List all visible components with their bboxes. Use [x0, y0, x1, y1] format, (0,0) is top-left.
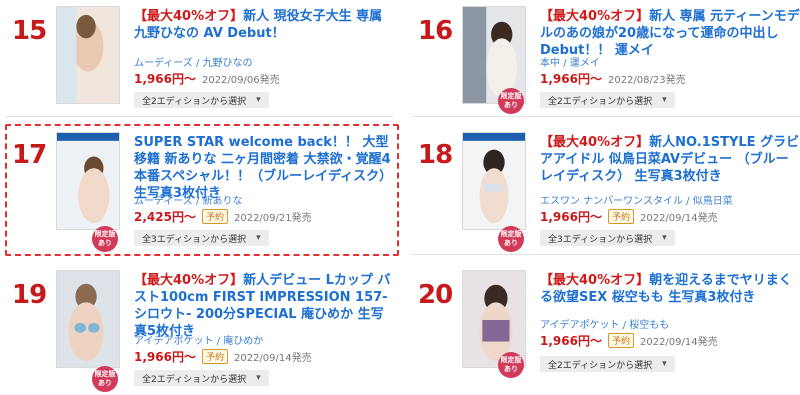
- discount-tag: 【最大40%オフ】: [540, 273, 650, 288]
- rank-number: 17: [12, 140, 47, 170]
- edition-select[interactable]: 全3エディションから選択 ▾: [134, 230, 269, 246]
- release-date: 2022/09/14発売: [639, 337, 718, 348]
- limited-edition-badge: 限定版あり: [92, 366, 118, 392]
- product-title[interactable]: 【最大40%オフ】新人 現役女子大生 専属 九野ひなの AV Debut！: [134, 8, 394, 42]
- preorder-badge: 予約: [607, 333, 634, 348]
- edition-label: 全2エディションから選択: [142, 96, 247, 107]
- ranking-item[interactable]: 15 【最大40%オフ】新人 現役女子大生 専属 九野ひなの AV Debut！…: [12, 6, 394, 114]
- separator: /: [196, 196, 200, 207]
- separator: /: [563, 58, 567, 69]
- ranking-item[interactable]: 19 【最大40%オフ】新人デビュー Lカップ バスト100cm FIRST I…: [12, 270, 394, 392]
- chevron-down-icon: ▾: [662, 95, 667, 105]
- ranking-item[interactable]: 18 【最大40%オフ】新人NO.1STYLE グラビアアイドル 似鳥日菜AVデ…: [418, 132, 800, 252]
- edition-select[interactable]: 全2エディションから選択 ▾: [134, 370, 269, 386]
- rank-number: 20: [418, 280, 453, 310]
- ranking-item[interactable]: 17 SUPER STAR welcome back！！ 大型移籍 新ありな 二…: [12, 132, 394, 252]
- preorder-badge: 予約: [201, 349, 228, 364]
- edition-select[interactable]: 全3エディションから選択 ▾: [540, 230, 675, 246]
- discount-tag: 【最大40%オフ】: [540, 135, 650, 150]
- price-row: 1,966円〜 2022/09/06発売: [134, 70, 280, 87]
- ranking-item[interactable]: 16 【最大40%オフ】新人 専属 元ティーンモデルのあの娘が20歳になって運命…: [418, 6, 800, 114]
- price-row: 1,966円〜 2022/08/23発売: [540, 70, 686, 87]
- preorder-badge: 予約: [201, 209, 228, 224]
- rank-number: 16: [418, 16, 453, 46]
- price: 1,966円〜: [134, 350, 196, 364]
- product-title[interactable]: 【最大40%オフ】新人NO.1STYLE グラビアアイドル 似鳥日菜AVデビュー…: [540, 134, 800, 185]
- price: 1,966円〜: [540, 334, 602, 348]
- price: 1,966円〜: [540, 72, 602, 86]
- chevron-down-icon: ▾: [662, 233, 667, 243]
- edition-label: 全2エディションから選択: [548, 96, 653, 107]
- maker-line: 本中 / 運メイ: [540, 54, 600, 69]
- edition-select[interactable]: 全2エディションから選択 ▾: [540, 92, 675, 108]
- separator: /: [196, 58, 200, 69]
- limited-edition-badge: 限定版あり: [498, 352, 524, 378]
- chevron-down-icon: ▾: [256, 233, 261, 243]
- actress-link[interactable]: 運メイ: [570, 58, 600, 69]
- discount-tag: 【最大40%オフ】: [134, 9, 244, 24]
- edition-select[interactable]: 全2エディションから選択 ▾: [134, 92, 269, 108]
- maker-link[interactable]: 本中: [540, 58, 560, 69]
- product-thumbnail[interactable]: [56, 6, 120, 104]
- maker-link[interactable]: ムーディーズ: [134, 58, 193, 69]
- product-thumbnail[interactable]: [56, 270, 120, 368]
- edition-label: 全2エディションから選択: [548, 360, 653, 371]
- edition-label: 全2エディションから選択: [142, 374, 247, 385]
- limited-edition-badge: 限定版あり: [92, 226, 118, 252]
- row-divider: [5, 116, 393, 117]
- separator: /: [622, 320, 627, 331]
- row-divider: [412, 254, 800, 255]
- edition-label: 全3エディションから選択: [548, 234, 653, 245]
- preorder-badge: 予約: [607, 209, 634, 224]
- ranking-item[interactable]: 20 【最大40%オフ】朝を迎えるまでヤリまくる欲望SEX 桜空もも 生写真3枚…: [418, 270, 800, 392]
- price: 1,966円〜: [134, 72, 196, 86]
- price-row: 1,966円〜 予約 2022/09/14発売: [540, 332, 718, 349]
- chevron-down-icon: ▾: [662, 359, 667, 369]
- maker-link[interactable]: ムーディーズ: [134, 196, 193, 207]
- actress-link[interactable]: 新ありな: [203, 196, 243, 207]
- maker-line: アイデアポケット / 桜空もも: [540, 316, 669, 331]
- release-date: 2022/09/14発売: [233, 353, 312, 364]
- price: 1,966円〜: [540, 210, 602, 224]
- release-date: 2022/09/14発売: [639, 213, 718, 224]
- maker-link[interactable]: アイデアポケット: [540, 320, 620, 331]
- maker-line: ムーディーズ / 新ありな: [134, 192, 243, 207]
- product-thumbnail[interactable]: [462, 132, 526, 230]
- maker-link[interactable]: アイデアポケット: [134, 336, 214, 347]
- price-row: 1,966円〜 予約 2022/09/14発売: [540, 208, 718, 225]
- separator: /: [216, 336, 221, 347]
- product-title[interactable]: 【最大40%オフ】新人デビュー Lカップ バスト100cm FIRST IMPR…: [134, 272, 394, 340]
- actress-link[interactable]: 九野ひなの: [203, 58, 253, 69]
- row-divider: [412, 116, 800, 117]
- discount-tag: 【最大40%オフ】: [134, 273, 244, 288]
- chevron-down-icon: ▾: [256, 373, 261, 383]
- rank-number: 19: [12, 280, 47, 310]
- price-row: 2,425円〜 予約 2022/09/21発売: [134, 208, 312, 225]
- price: 2,425円〜: [134, 210, 196, 224]
- maker-link[interactable]: エスワン ナンバーワンスタイル: [540, 196, 683, 207]
- rank-number: 18: [418, 140, 453, 170]
- product-thumbnail[interactable]: [56, 132, 120, 230]
- edition-label: 全3エディションから選択: [142, 234, 247, 245]
- maker-line: ムーディーズ / 九野ひなの: [134, 54, 253, 69]
- limited-edition-badge: 限定版あり: [498, 226, 524, 252]
- limited-edition-badge: 限定版あり: [498, 88, 524, 114]
- release-date: 2022/09/21発売: [233, 213, 312, 224]
- maker-line: アイデアポケット / 庵ひめか: [134, 332, 263, 347]
- release-date: 2022/08/23発売: [607, 75, 686, 86]
- edition-select[interactable]: 全2エディションから選択 ▾: [540, 356, 675, 372]
- actress-link[interactable]: 桜空もも: [629, 320, 669, 331]
- discount-tag: 【最大40%オフ】: [540, 9, 650, 24]
- separator: /: [686, 196, 690, 207]
- product-title[interactable]: 【最大40%オフ】朝を迎えるまでヤリまくる欲望SEX 桜空もも 生写真3枚付き: [540, 272, 800, 306]
- actress-link[interactable]: 似鳥日菜: [693, 196, 733, 207]
- product-title[interactable]: 【最大40%オフ】新人 専属 元ティーンモデルのあの娘が20歳になって運命の中出…: [540, 8, 800, 59]
- release-date: 2022/09/06発売: [201, 75, 280, 86]
- chevron-down-icon: ▾: [256, 95, 261, 105]
- actress-link[interactable]: 庵ひめか: [223, 336, 263, 347]
- rank-number: 15: [12, 16, 47, 46]
- price-row: 1,966円〜 予約 2022/09/14発売: [134, 348, 312, 365]
- maker-line: エスワン ナンバーワンスタイル / 似鳥日菜: [540, 192, 733, 207]
